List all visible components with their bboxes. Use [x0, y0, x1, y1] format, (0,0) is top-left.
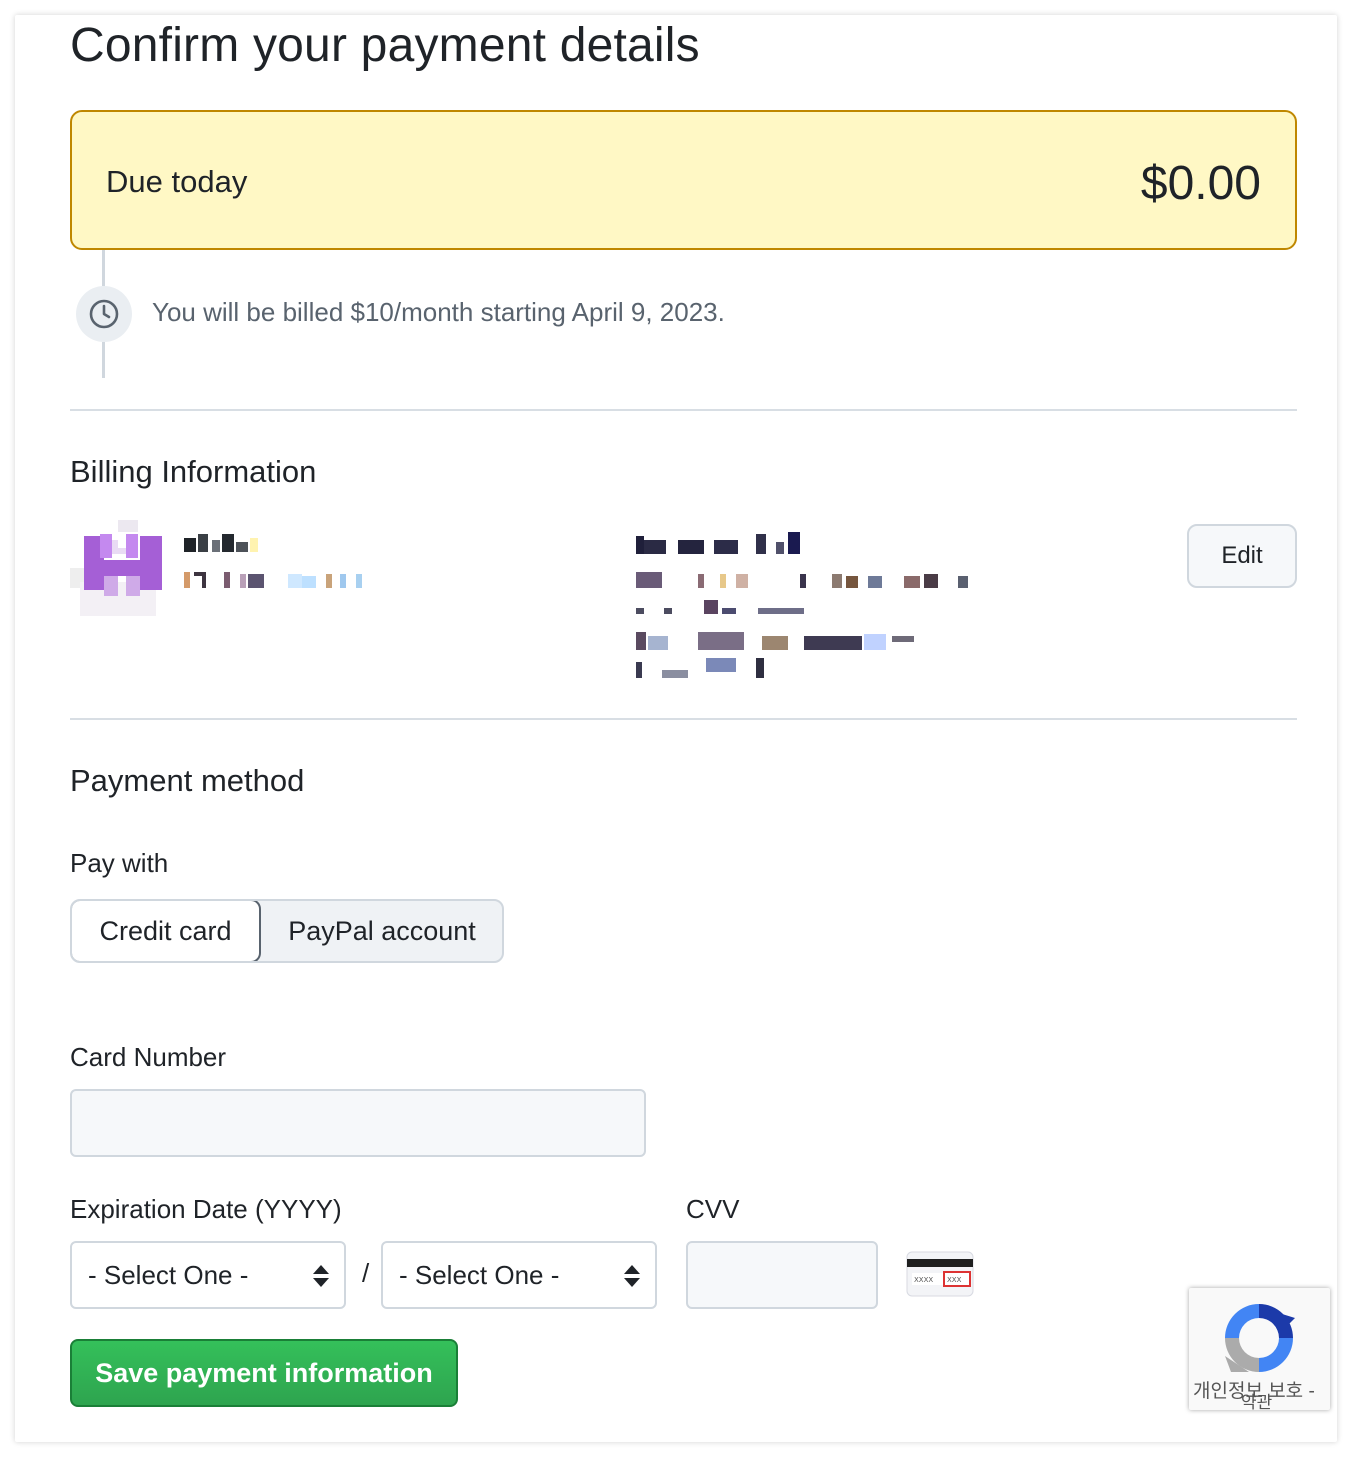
- edit-billing-button[interactable]: Edit: [1187, 524, 1297, 588]
- save-payment-button[interactable]: Save payment information: [70, 1339, 458, 1407]
- date-separator: /: [362, 1258, 370, 1288]
- due-today-amount: $0.00: [1140, 157, 1261, 210]
- payment-method-heading: Payment method: [70, 763, 305, 798]
- cvv-label: CVV: [686, 1194, 740, 1224]
- expiration-month-select[interactable]: - Select One -: [70, 1241, 346, 1309]
- divider: [70, 409, 1297, 411]
- timeline-line-top: [102, 250, 105, 286]
- redacted-username: [184, 532, 264, 554]
- avatar: [70, 520, 166, 616]
- billing-notice: You will be billed $10/month starting Ap…: [152, 297, 725, 327]
- redacted-email: [184, 572, 374, 590]
- select-arrows-icon: [624, 1265, 640, 1287]
- card-number-label: Card Number: [70, 1042, 227, 1072]
- expiration-date-label: Expiration Date (YYYY): [70, 1194, 342, 1224]
- page-title: Confirm your payment details: [70, 19, 700, 72]
- timeline-line-bottom: [102, 342, 105, 378]
- select-arrows-icon: [313, 1265, 329, 1287]
- divider: [70, 718, 1297, 720]
- due-today-box: Due today $0.00: [70, 110, 1297, 250]
- card-number-input[interactable]: [70, 1089, 646, 1157]
- billing-information-heading: Billing Information: [70, 454, 317, 489]
- recaptcha-logo-icon: [1225, 1304, 1295, 1372]
- recaptcha-badge[interactable]: 개인정보 보호 - 약관: [1189, 1288, 1330, 1410]
- paypal-account-option[interactable]: PayPal account: [262, 901, 502, 961]
- expiration-year-value: - Select One -: [399, 1259, 560, 1290]
- redacted-billing-address: [636, 572, 976, 684]
- expiration-month-value: - Select One -: [88, 1259, 249, 1290]
- cvv-input[interactable]: [686, 1241, 878, 1309]
- redacted-billing-name: [636, 532, 806, 554]
- clock-badge: [76, 286, 132, 342]
- svg-text:XXX: XXX: [947, 1276, 962, 1284]
- svg-text:XXXX: XXXX: [914, 1276, 933, 1284]
- payment-method-toggle: Credit card PayPal account: [70, 899, 504, 963]
- clock-icon: [89, 299, 119, 329]
- expiration-year-select[interactable]: - Select One -: [381, 1241, 657, 1309]
- card-back-cvv-icon: XXXX XXX: [906, 1251, 974, 1297]
- pay-with-label: Pay with: [70, 848, 169, 878]
- credit-card-option[interactable]: Credit card: [72, 901, 261, 961]
- recaptcha-terms-link[interactable]: 약관: [1241, 1388, 1272, 1410]
- due-today-label: Due today: [106, 164, 248, 199]
